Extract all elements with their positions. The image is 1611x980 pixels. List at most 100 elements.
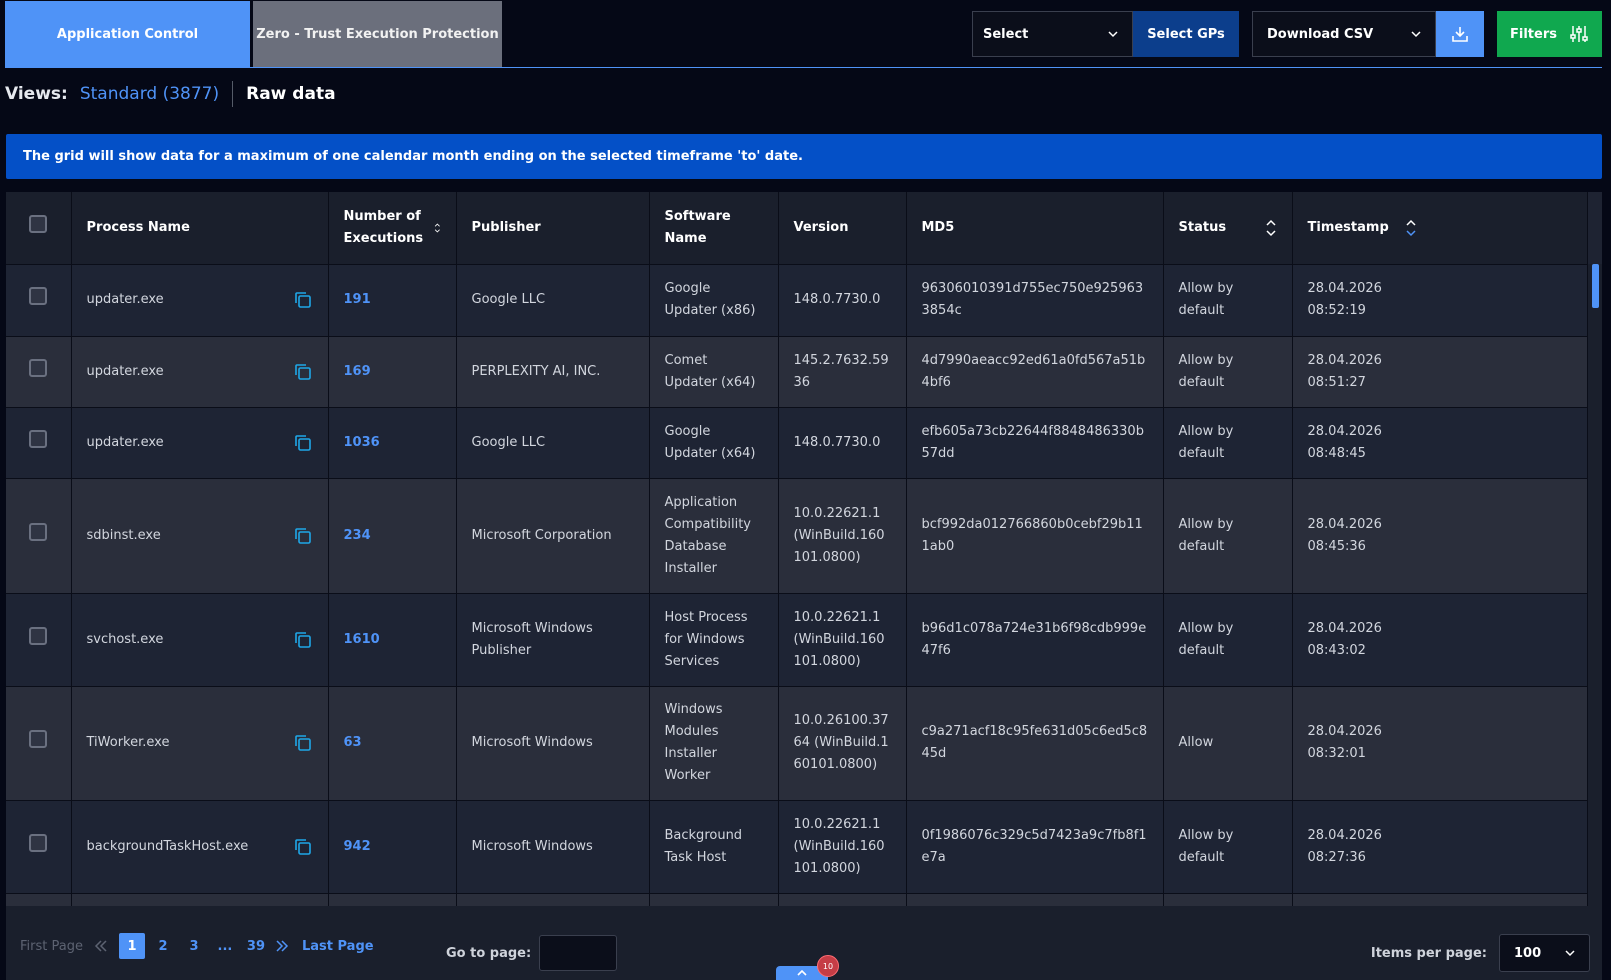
process-name: TiWorker.exe <box>86 735 170 750</box>
grid-scrollbar-track[interactable] <box>1588 264 1602 906</box>
row-checkbox[interactable] <box>29 833 48 852</box>
header-label: Version <box>793 219 849 235</box>
tab-application-control[interactable]: Application Control <box>5 1 250 67</box>
row-select-cell <box>6 592 72 686</box>
executions-link[interactable]: 942 <box>344 839 371 854</box>
executions-cell: 942 <box>328 799 457 893</box>
table-row[interactable]: sdbinst.exe 234 Microsoft Corporation Ap… <box>6 477 1588 593</box>
copy-icon[interactable] <box>293 362 313 382</box>
executions-link[interactable]: 1610 <box>344 632 380 647</box>
status-cell: Allow by default <box>1163 263 1293 336</box>
row-checkbox[interactable] <box>29 522 48 541</box>
double-chevron-right-icon[interactable] <box>274 938 290 954</box>
items-per-page-select[interactable]: 100 <box>1499 934 1590 972</box>
md5-cell <box>906 892 1164 906</box>
first-page-link[interactable]: First Page <box>20 939 83 954</box>
software-name-cell: Host Process for Windows Services <box>649 592 779 686</box>
timestamp-cell <box>1292 892 1588 906</box>
publisher-cell: PERPLEXITY AI, INC. <box>456 335 650 407</box>
column-header-version[interactable]: Version <box>778 192 907 264</box>
page-39[interactable]: 39 <box>243 933 269 959</box>
items-per-page: Items per page: 100 <box>1371 934 1590 972</box>
copy-icon[interactable] <box>293 733 313 753</box>
notification-badge[interactable]: 10 <box>817 955 839 977</box>
select-gps-button[interactable]: Select GPs <box>1133 11 1239 57</box>
row-select-cell <box>6 263 72 336</box>
copy-icon[interactable] <box>293 290 313 310</box>
column-header-md5[interactable]: MD5 <box>906 192 1164 264</box>
header-label: Status <box>1178 219 1227 235</box>
column-header-publisher[interactable]: Publisher <box>456 192 650 264</box>
items-per-page-value: 100 <box>1514 945 1542 961</box>
status-cell: Allow <box>1163 685 1293 800</box>
page-1[interactable]: 1 <box>118 933 145 959</box>
download-format-dropdown[interactable]: Download CSV <box>1252 11 1436 57</box>
row-checkbox[interactable] <box>29 287 48 305</box>
column-header-process-name[interactable]: Process Name <box>71 192 329 264</box>
copy-icon[interactable] <box>293 837 313 857</box>
executions-link[interactable]: 63 <box>344 735 362 750</box>
executions-link[interactable]: 169 <box>344 364 371 379</box>
page-3[interactable]: 3 <box>181 933 207 959</box>
select-all-checkbox[interactable] <box>29 214 48 233</box>
group-select-dropdown[interactable]: Select <box>972 11 1133 57</box>
table-row[interactable]: backgroundTaskHost.exe 942 Microsoft Win… <box>6 799 1588 893</box>
software-name-cell: Application Compatibility Database Insta… <box>649 477 779 593</box>
page-2[interactable]: 2 <box>150 933 176 959</box>
column-header-timestamp[interactable]: Timestamp <box>1292 192 1588 264</box>
view-standard-link[interactable]: Standard (3877) <box>80 84 219 104</box>
grid-scrollbar-thumb[interactable] <box>1592 264 1599 308</box>
group-select-value: Select <box>983 26 1029 42</box>
process-name: svchost.exe <box>86 631 164 647</box>
copy-icon[interactable] <box>293 526 313 546</box>
md5-cell: b96d1c078a724e31b6f98cdb999e47f6 <box>906 592 1164 686</box>
executions-link[interactable]: 1036 <box>344 435 380 450</box>
executions-cell: 1610 <box>328 592 457 686</box>
row-select-cell <box>6 335 72 407</box>
executions-link[interactable]: 234 <box>344 528 371 543</box>
header-label: MD5 <box>921 219 955 235</box>
process-name-cell: updater.exe <box>71 263 329 336</box>
table-row[interactable]: svchost.exe 1610 Microsoft Windows Publi… <box>6 592 1588 686</box>
tab-zero-trust[interactable]: Zero - Trust Execution Protection <box>253 1 502 67</box>
go-to-page-input[interactable] <box>539 935 618 971</box>
filters-label: Filters <box>1510 26 1557 42</box>
row-checkbox[interactable] <box>29 358 48 377</box>
view-raw-data-link[interactable]: Raw data <box>246 84 335 104</box>
row-select-cell <box>6 477 72 593</box>
executions-link[interactable]: 191 <box>344 292 371 307</box>
page-ellipsis[interactable]: ... <box>212 933 238 959</box>
header-label: Number of Executions <box>343 208 424 246</box>
publisher-cell: Microsoft Windows Publisher <box>456 592 650 686</box>
table-row[interactable] <box>6 892 1588 906</box>
process-name-cell: updater.exe <box>71 335 329 407</box>
table-row[interactable]: updater.exe 169 PERPLEXITY AI, INC. Come… <box>6 335 1588 407</box>
version-cell: 145.2.7632.5936 <box>778 335 907 407</box>
filters-button[interactable]: Filters <box>1497 11 1602 57</box>
row-checkbox[interactable] <box>29 626 48 645</box>
copy-icon[interactable] <box>293 630 313 650</box>
software-name-cell: Google Updater (x64) <box>649 406 779 478</box>
data-grid: Process Name Number of Executions Publis… <box>6 192 1602 906</box>
copy-icon[interactable] <box>293 433 313 453</box>
header-select-all <box>6 192 72 264</box>
sort-icon[interactable] <box>1265 218 1277 238</box>
column-header-executions[interactable]: Number of Executions <box>328 192 457 264</box>
table-row[interactable]: TiWorker.exe 63 Microsoft Windows Window… <box>6 685 1588 800</box>
version-cell <box>778 892 907 906</box>
chevron-down-icon <box>1411 31 1421 38</box>
download-button[interactable] <box>1436 11 1484 57</box>
row-checkbox[interactable] <box>29 730 48 748</box>
column-header-status[interactable]: Status <box>1163 192 1293 264</box>
table-row[interactable]: updater.exe 1036 Google LLC Google Updat… <box>6 406 1588 478</box>
sort-desc-icon[interactable] <box>1405 218 1417 238</box>
last-page-link[interactable]: Last Page <box>302 939 374 954</box>
sort-icon[interactable] <box>434 218 441 238</box>
table-row[interactable]: updater.exe 191 Google LLC Google Update… <box>6 263 1588 336</box>
row-checkbox[interactable] <box>29 429 48 448</box>
column-header-software-name[interactable]: Software Name <box>649 192 779 264</box>
version-cell: 10.0.26100.3764 (WinBuild.160101.0800) <box>778 685 907 800</box>
double-chevron-left-icon[interactable] <box>93 938 109 954</box>
download-format-value: Download CSV <box>1267 26 1374 42</box>
process-name-cell: updater.exe <box>71 406 329 478</box>
